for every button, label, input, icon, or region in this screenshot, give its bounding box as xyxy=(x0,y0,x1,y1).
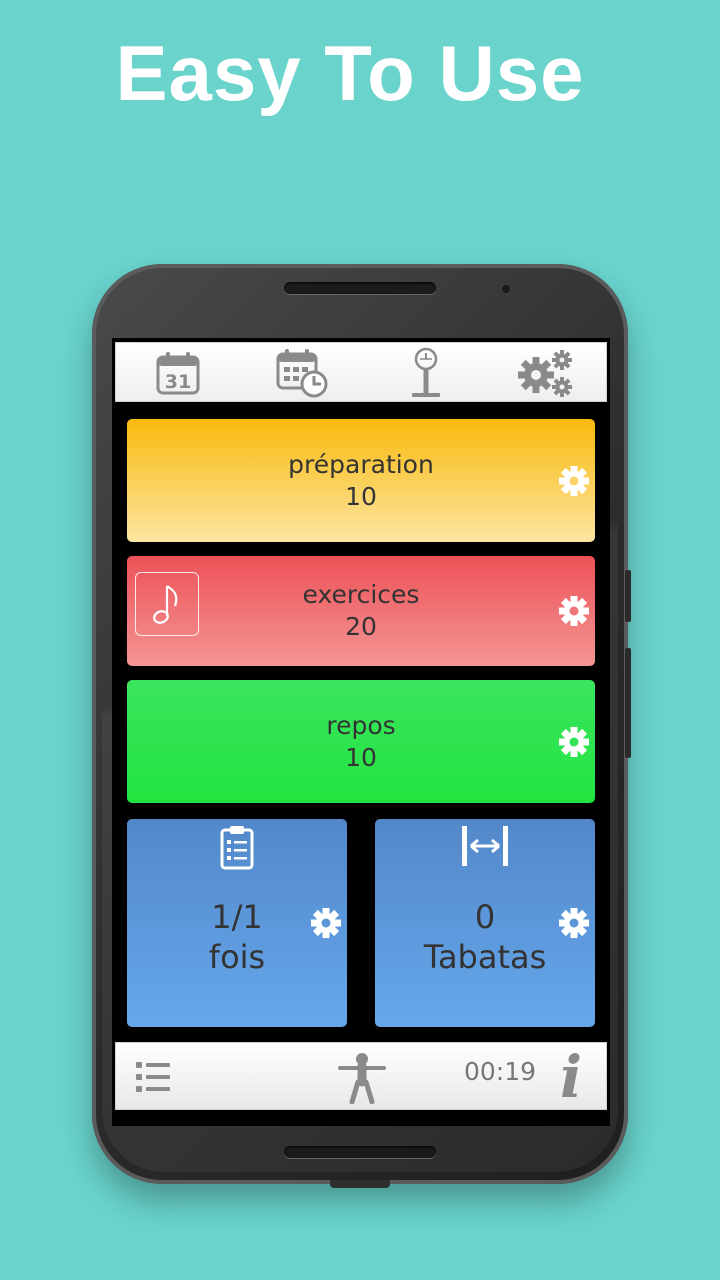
scale-button[interactable] xyxy=(396,347,456,397)
rounds-card[interactable]: 1/1 fois xyxy=(127,819,347,1027)
rounds-count: 1/1 xyxy=(211,898,263,936)
headline: Easy To Use xyxy=(115,29,585,117)
preparation-label: préparation xyxy=(288,449,434,479)
bottom-toolbar: 00:19 i xyxy=(115,1042,607,1110)
calendar-button[interactable]: 31 xyxy=(148,349,208,397)
repos-card[interactable]: repos 10 xyxy=(127,680,595,803)
preparation-card[interactable]: préparation 10 xyxy=(127,419,595,542)
app-screen: 31 préparation 10 exercices 20 repos 10 … xyxy=(112,338,610,1126)
repos-value: 10 xyxy=(345,742,377,772)
exercices-card[interactable]: exercices 20 xyxy=(127,556,595,666)
phone-foot xyxy=(330,1180,390,1188)
clipboard-list-icon xyxy=(220,826,254,870)
calendar-icon: 31 xyxy=(156,352,200,395)
bottom-speaker xyxy=(284,1146,436,1158)
calendar-day: 31 xyxy=(165,371,191,393)
scale-icon xyxy=(412,347,440,397)
exercices-label: exercices xyxy=(302,580,420,609)
repos-label: repos xyxy=(326,710,396,740)
preparation-settings-gear-icon[interactable] xyxy=(557,464,591,498)
tabatas-unit: Tabatas xyxy=(423,938,547,976)
power-button xyxy=(625,648,631,758)
person-workout-icon[interactable] xyxy=(338,1052,386,1104)
music-button[interactable] xyxy=(135,572,199,636)
earpiece-speaker xyxy=(284,282,436,294)
top-toolbar: 31 xyxy=(115,342,607,402)
calendar-schedule-icon xyxy=(276,349,328,398)
tabatas-count: 0 xyxy=(474,898,496,936)
exercices-value: 20 xyxy=(345,612,377,641)
music-note-icon xyxy=(153,585,178,624)
calendar-schedule-button[interactable] xyxy=(272,349,332,398)
repos-settings-gear-icon[interactable] xyxy=(557,725,591,759)
info-button[interactable]: i xyxy=(560,1047,582,1107)
width-arrows-icon xyxy=(462,826,508,866)
exercices-settings-gear-icon[interactable] xyxy=(557,594,591,628)
tabatas-card[interactable]: 0 Tabatas xyxy=(375,819,595,1027)
tabatas-settings-gear-icon[interactable] xyxy=(557,906,591,940)
rounds-unit: fois xyxy=(208,938,266,976)
elapsed-timer: 00:19 xyxy=(464,1057,537,1086)
preparation-value: 10 xyxy=(345,481,377,511)
rounds-settings-gear-icon[interactable] xyxy=(309,906,343,940)
front-camera xyxy=(499,282,513,296)
settings-button[interactable] xyxy=(516,349,576,397)
volume-button xyxy=(625,570,631,622)
list-menu-icon[interactable] xyxy=(136,1061,172,1093)
settings-gears-icon xyxy=(518,350,572,397)
